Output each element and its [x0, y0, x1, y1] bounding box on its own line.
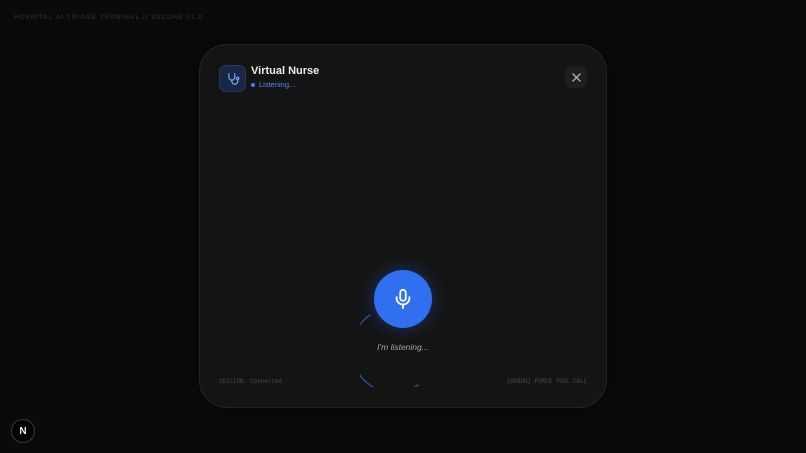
app-stage: HOSPITAL AI TRIAGE TERMINAL // SECURE V1… — [0, 0, 806, 453]
status-indicator: Listening... — [251, 80, 295, 89]
close-icon — [571, 72, 581, 82]
virtual-nurse-panel: Virtual Nurse Listening... I'm listening… — [199, 44, 607, 408]
microphone-icon — [395, 288, 411, 310]
listening-caption: I'm listening... — [377, 342, 429, 352]
microphone-button[interactable] — [374, 270, 432, 328]
terminal-header: HOSPITAL AI TRIAGE TERMINAL // SECURE V1… — [14, 14, 204, 21]
n-badge-button[interactable]: N — [11, 419, 35, 443]
close-button[interactable] — [565, 66, 587, 88]
assistant-avatar — [219, 65, 246, 92]
session-status: SESSION: Connected — [219, 379, 282, 385]
stethoscope-icon — [227, 72, 239, 85]
status-dot — [251, 82, 255, 87]
panel-title: Virtual Nurse — [251, 65, 320, 77]
debug-force-tool-call-button[interactable]: [DEBUG] FORCE TOOL CALL — [507, 379, 587, 385]
status-text: Listening... — [259, 80, 296, 89]
n-badge-letter: N — [19, 425, 27, 437]
